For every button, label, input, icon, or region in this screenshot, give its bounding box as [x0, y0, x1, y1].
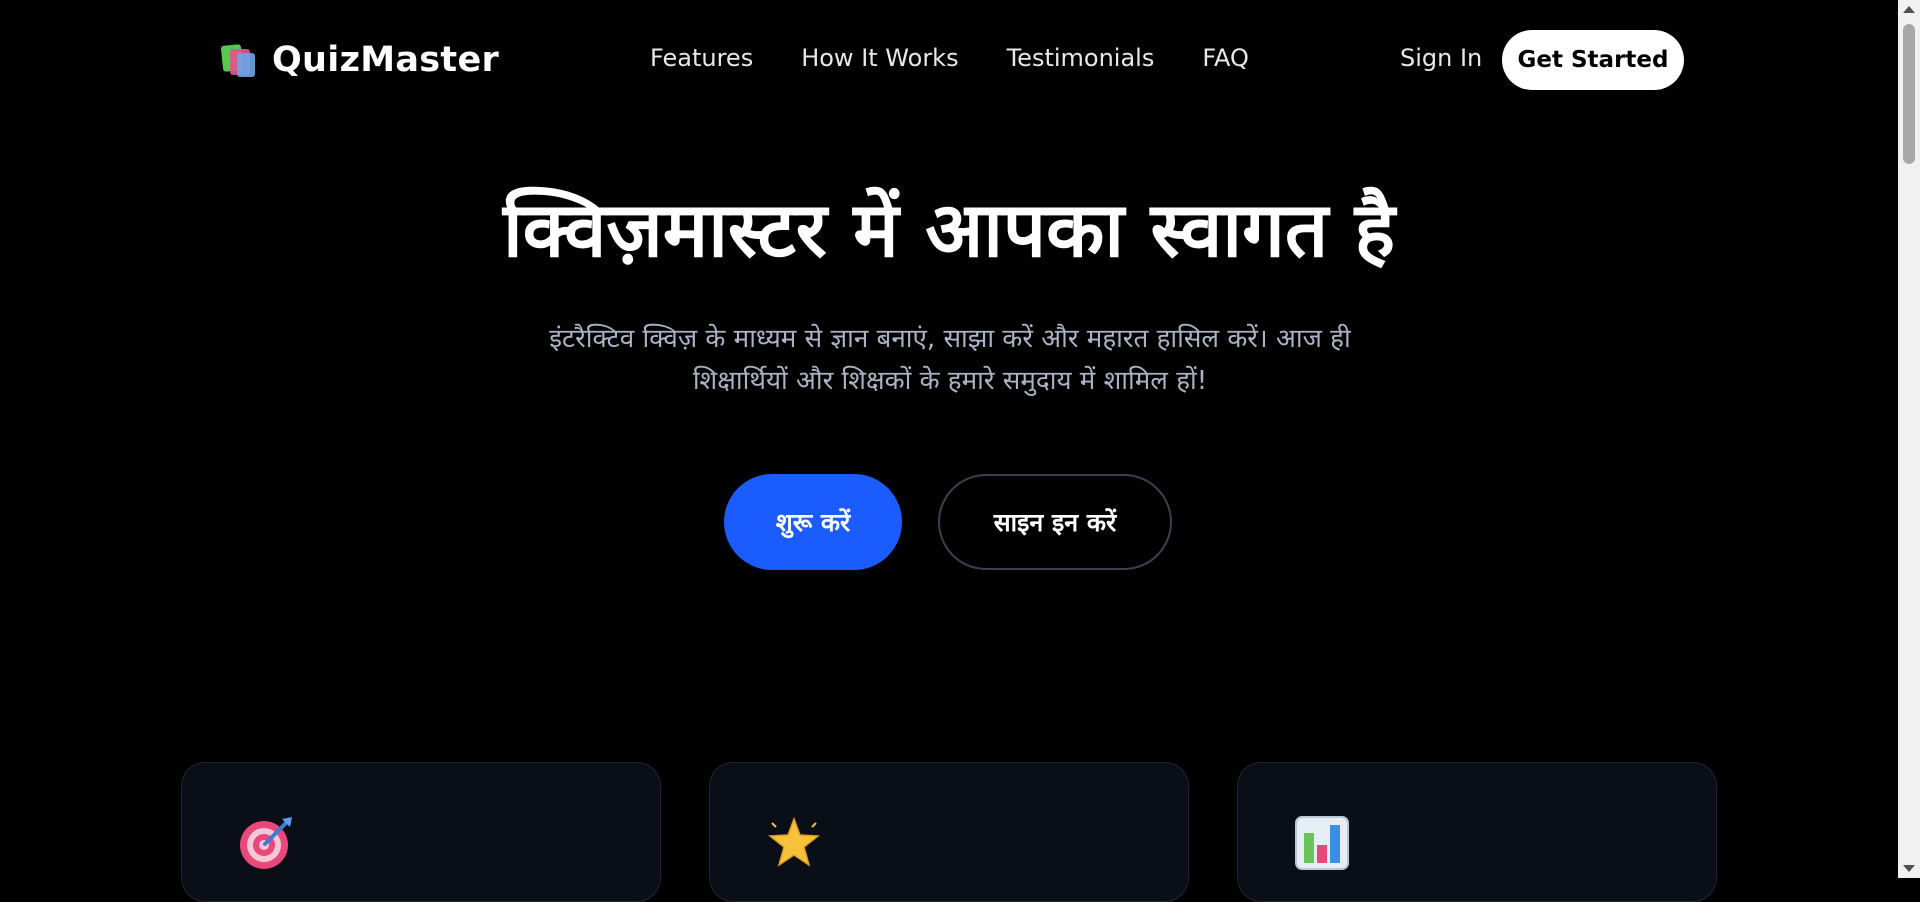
bar-chart-icon: [1295, 816, 1349, 870]
nav-link-testimonials[interactable]: Testimonials: [1007, 44, 1155, 72]
vertical-scrollbar[interactable]: [1898, 0, 1920, 878]
nav-links: Features How It Works Testimonials FAQ: [650, 44, 1249, 72]
nav-link-how-it-works[interactable]: How It Works: [801, 44, 958, 72]
feature-card: [181, 762, 661, 902]
books-icon: [220, 43, 258, 77]
hero-subtitle-line-2: शिक्षार्थियों और शिक्षकों के हमारे समुदा…: [692, 366, 1208, 396]
scrollbar-thumb[interactable]: [1903, 24, 1915, 164]
start-button[interactable]: शुरू करें: [724, 474, 902, 570]
brand-name: QuizMaster: [272, 40, 500, 80]
nav-link-faq[interactable]: FAQ: [1202, 44, 1249, 72]
sign-in-button[interactable]: साइन इन करें: [938, 474, 1172, 570]
scroll-down-arrow-icon[interactable]: [1903, 865, 1915, 872]
get-started-button[interactable]: Get Started: [1502, 30, 1684, 90]
star-icon: [767, 816, 821, 867]
feature-card: [1237, 762, 1717, 902]
target-icon: [240, 817, 292, 869]
brand-logo[interactable]: QuizMaster: [220, 40, 499, 80]
scroll-up-arrow-icon[interactable]: [1903, 6, 1915, 13]
feature-card: [709, 762, 1189, 902]
hero-title: क्विज़मास्टर में आपका स्वागत है: [503, 185, 1395, 274]
nav-link-features[interactable]: Features: [650, 44, 753, 72]
sign-in-link[interactable]: Sign In: [1400, 44, 1482, 72]
hero-subtitle-line-1: इंटरैक्टिव क्विज़ के माध्यम से ज्ञान बना…: [549, 324, 1351, 354]
hero-subtitle: इंटरैक्टिव क्विज़ के माध्यम से ज्ञान बना…: [480, 318, 1420, 402]
top-navbar: QuizMaster Features How It Works Testimo…: [0, 0, 1898, 120]
